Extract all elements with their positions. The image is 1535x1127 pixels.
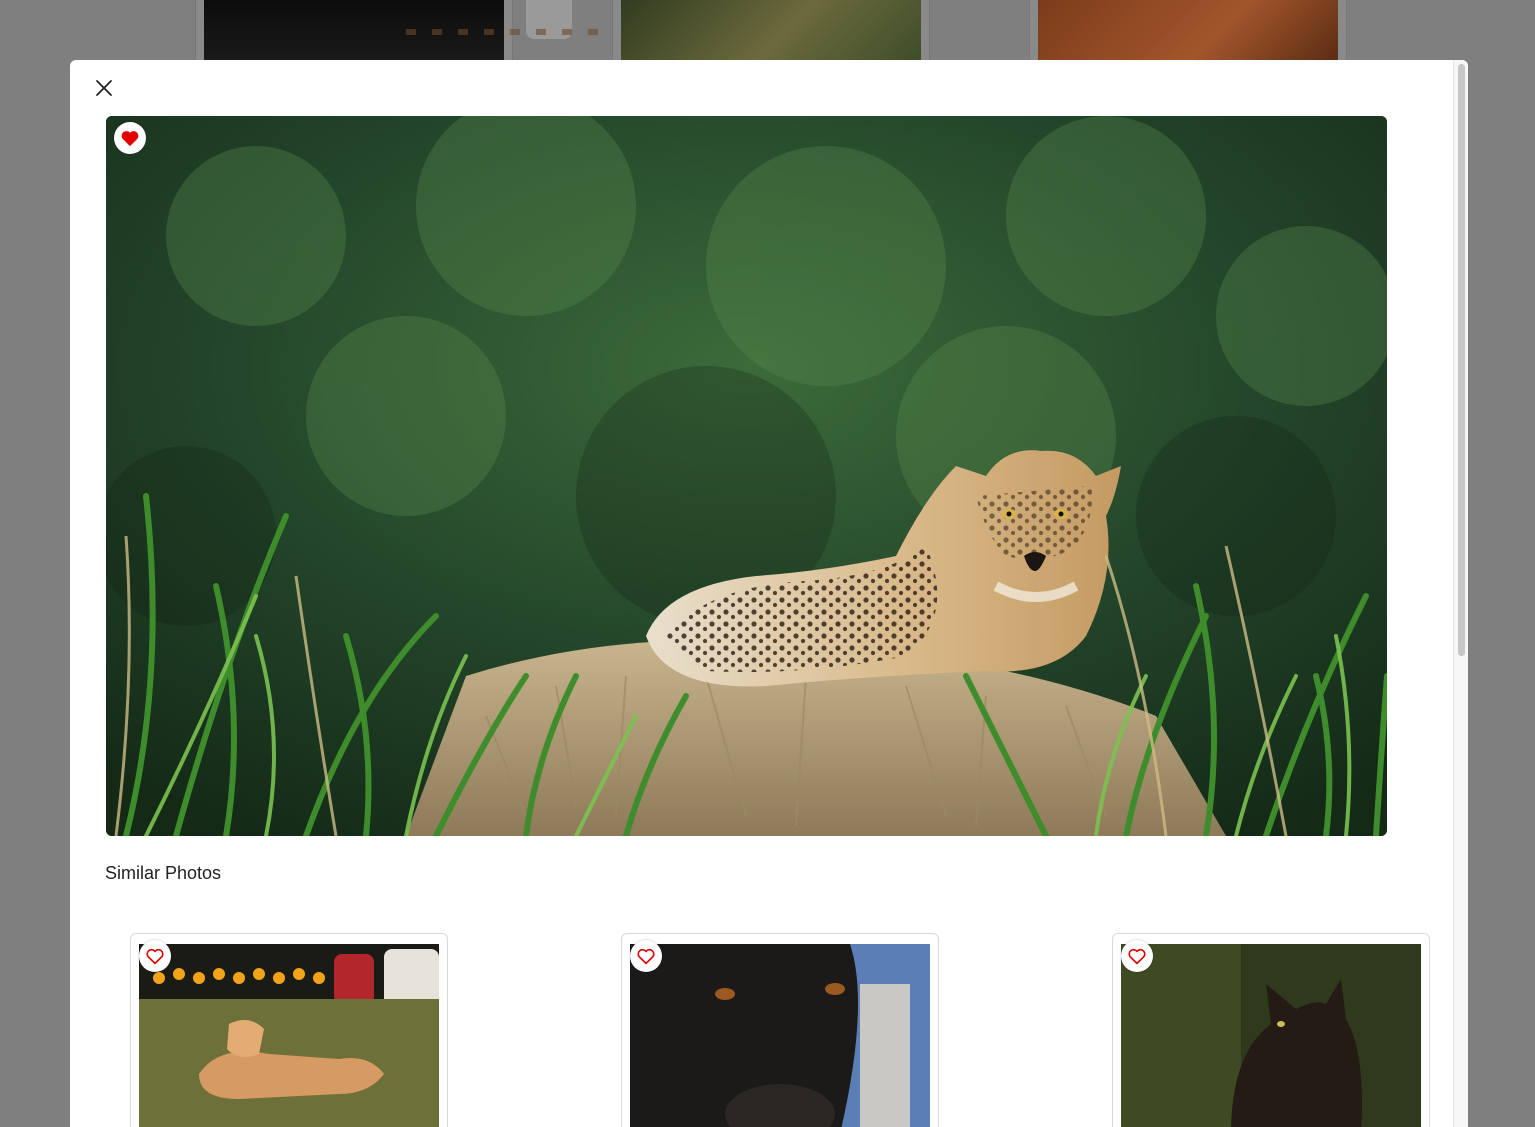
similar-photo-card[interactable] [130,933,448,1127]
favorite-button[interactable] [114,122,146,154]
jaguar-image [106,116,1387,836]
cat-image [1121,944,1421,1127]
favorite-button[interactable] [630,940,662,972]
heart-filled-icon[interactable] [120,129,140,147]
heart-outline-icon[interactable] [636,947,656,965]
close-icon[interactable] [95,79,113,97]
photo-modal: Similar Photos [70,60,1468,1127]
similar-photo-card[interactable] [621,933,939,1127]
black-dog-image [630,944,930,1127]
heart-outline-icon[interactable] [1127,947,1147,965]
similar-photo[interactable] [139,944,439,1127]
similar-photos-heading: Similar Photos [105,863,222,883]
similar-photo[interactable] [630,944,930,1127]
scrollbar-thumb[interactable] [1458,64,1465,656]
main-photo [106,116,1387,836]
close-button[interactable] [92,76,116,100]
heart-outline-icon[interactable] [145,947,165,965]
favorite-button[interactable] [1121,940,1153,972]
favorite-button[interactable] [139,940,171,972]
similar-photo-card[interactable] [1112,933,1430,1127]
modal-scrollbar[interactable] [1453,60,1468,1127]
dog-image [139,944,439,1127]
similar-photo[interactable] [1121,944,1421,1127]
